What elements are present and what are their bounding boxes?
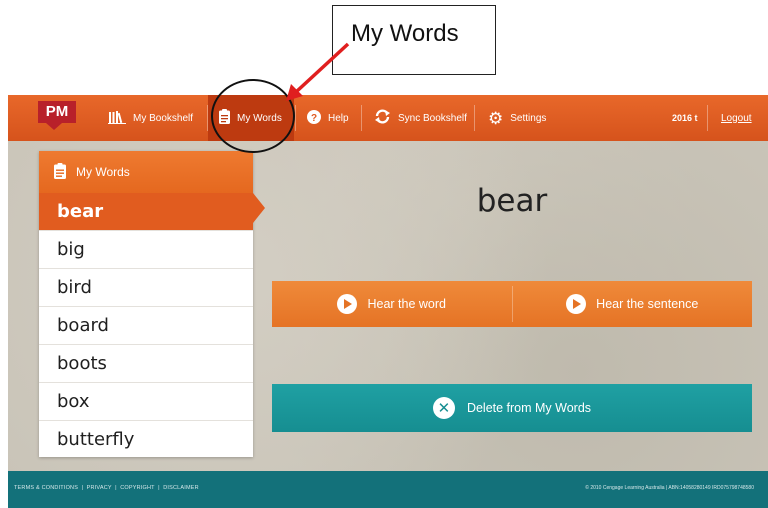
word-list-header: My Words: [39, 151, 253, 193]
footer-links: TERMS & CONDITIONS | PRIVACY | COPYRIGHT…: [14, 485, 199, 491]
play-icon: [337, 294, 358, 314]
top-navbar: PM My Bookshelf My Words ? Help Sync Boo…: [8, 95, 768, 141]
gear-icon: ⚙: [488, 108, 504, 128]
pm-logo[interactable]: PM: [38, 101, 76, 131]
clipboard-icon: [219, 109, 230, 127]
nav-help-label: Help: [328, 112, 349, 124]
nav-my-bookshelf[interactable]: My Bookshelf: [108, 95, 193, 141]
word-list-title: My Words: [76, 165, 130, 179]
callout-label: My Words: [351, 20, 459, 47]
nav-sync-label: Sync Bookshelf: [398, 112, 467, 124]
clipboard-icon: [54, 162, 66, 182]
logo-text: PM: [38, 101, 76, 123]
app-window: PM My Bookshelf My Words ? Help Sync Boo…: [8, 95, 768, 508]
footer-terms-link[interactable]: TERMS & CONDITIONS: [14, 485, 78, 491]
nav-my-bookshelf-label: My Bookshelf: [133, 112, 194, 124]
delete-label: Delete from My Words: [466, 401, 592, 415]
footer-copyright-link[interactable]: COPYRIGHT: [120, 485, 154, 491]
main-content: My Words bear big bird board boots box b…: [8, 141, 768, 471]
logout-label: Logout: [721, 112, 752, 124]
help-icon: ?: [307, 109, 321, 127]
callout-box: My Words: [332, 5, 496, 75]
nav-my-words-label: My Words: [237, 112, 282, 124]
nav-divider: [295, 105, 296, 131]
selected-word-pointer: [253, 193, 265, 223]
word-item-board[interactable]: board: [39, 307, 253, 345]
nav-divider: [707, 105, 708, 131]
logout-link[interactable]: Logout: [721, 95, 752, 141]
word-item-bird[interactable]: bird: [39, 269, 253, 307]
user-name-text: 2016 t: [672, 113, 698, 123]
hear-the-sentence-label: Hear the sentence: [596, 297, 699, 311]
nav-divider: [474, 105, 475, 131]
nav-help[interactable]: ? Help: [307, 95, 349, 141]
footer-copyright-text: © 2010 Cengage Learning Australia | ABN:…: [585, 485, 754, 491]
footer-privacy-link[interactable]: PRIVACY: [87, 485, 112, 491]
sync-icon: [374, 109, 391, 127]
svg-text:?: ?: [311, 113, 317, 124]
nav-my-words[interactable]: My Words: [208, 95, 294, 141]
logo-pointer: [46, 123, 62, 130]
nav-settings[interactable]: ⚙ Settings: [488, 95, 546, 141]
play-icon: [566, 294, 587, 314]
delete-from-my-words-button[interactable]: ✕ Delete from My Words: [272, 384, 752, 432]
word-item-big[interactable]: big: [39, 231, 253, 269]
word-list-panel: My Words bear big bird board boots box b…: [39, 151, 253, 457]
hear-buttons-bar: Hear the word Hear the sentence: [272, 281, 752, 327]
footer: TERMS & CONDITIONS | PRIVACY | COPYRIGHT…: [8, 471, 768, 508]
nav-settings-label: Settings: [510, 112, 547, 124]
user-name: 2016 t: [672, 95, 698, 141]
hear-the-word-label: Hear the word: [367, 297, 446, 311]
current-word-display: bear: [476, 183, 548, 219]
bookshelf-icon: [108, 110, 126, 127]
word-item-boots[interactable]: boots: [39, 345, 253, 383]
word-item-butterfly[interactable]: butterfly: [39, 421, 253, 457]
close-icon: ✕: [432, 397, 455, 419]
footer-disclaimer-link[interactable]: DISCLAIMER: [163, 485, 199, 491]
hear-the-sentence-button[interactable]: Hear the sentence: [513, 281, 753, 327]
nav-divider: [361, 105, 362, 131]
nav-sync-bookshelf[interactable]: Sync Bookshelf: [374, 95, 467, 141]
word-item-bear[interactable]: bear: [39, 193, 253, 231]
hear-the-word-button[interactable]: Hear the word: [272, 281, 512, 327]
word-item-box[interactable]: box: [39, 383, 253, 421]
